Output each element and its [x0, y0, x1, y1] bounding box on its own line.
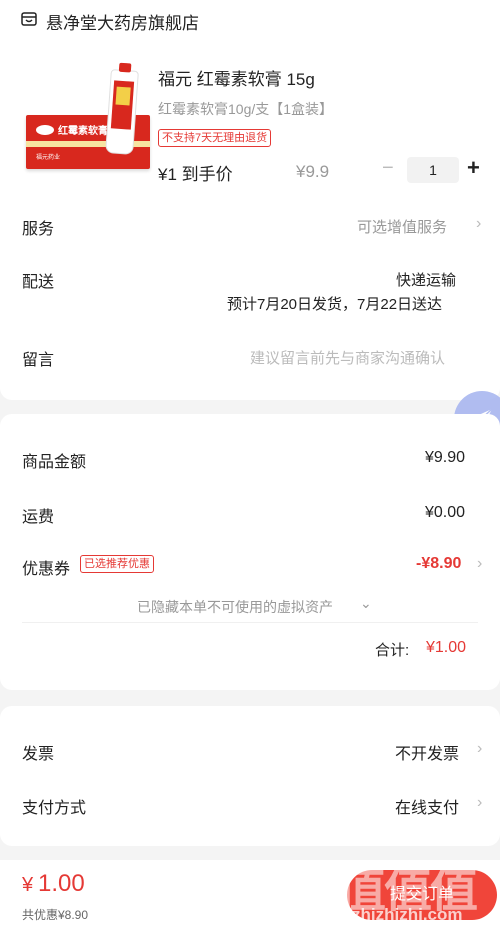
chevron-right-icon: › — [477, 740, 483, 757]
shipping-label: 运费 — [22, 509, 55, 526]
chevron-down-icon: ⌄ — [360, 595, 372, 611]
payment-value: 在线支付 — [395, 800, 460, 817]
box-foot: 福元药业 — [36, 155, 61, 161]
chevron-right-icon: › — [477, 555, 483, 572]
bottom-saved: 共优惠¥8.90 — [22, 908, 89, 922]
box-title: 红霉素软膏 — [58, 126, 108, 137]
quantity-minus-button[interactable]: − — [382, 157, 394, 180]
total-label: 合计: — [375, 642, 410, 659]
invoice-payment-card — [0, 706, 500, 846]
store-icon — [20, 10, 38, 33]
chevron-right-icon: › — [476, 215, 482, 232]
no-return-tag: 不支持7天无理由退货 — [158, 129, 272, 147]
coupon-recommended-tag: 已选推荐优惠 — [80, 555, 154, 573]
bottom-currency: ¥ — [22, 874, 34, 896]
delivery-method: 快递运输 — [396, 272, 457, 289]
order-item-card: 悬净堂大药房旗舰店 红霉素软膏 福元药业 福元 红霉素软膏 15g 红霉素软膏1… — [0, 0, 500, 400]
quantity-input[interactable]: 1 — [407, 157, 459, 183]
total-value: ¥1.00 — [426, 639, 467, 656]
goods-amount-label: 商品金额 — [22, 454, 87, 471]
invoice-value: 不开发票 — [395, 746, 460, 763]
invoice-label: 发票 — [22, 746, 55, 763]
store-name[interactable]: 悬净堂大药房旗舰店 — [46, 9, 199, 34]
product-spec[interactable]: 红霉素软膏10g/支【1盒装】 — [158, 99, 333, 119]
bottom-total: 1.00 — [38, 870, 85, 897]
service-label: 服务 — [22, 221, 55, 238]
original-price: ¥9.9 — [296, 162, 330, 181]
goods-amount-value: ¥9.90 — [425, 449, 466, 466]
coupon-value: -¥8.90 — [416, 555, 462, 572]
delivery-estimate: 预计7月20日发货，7月22日送达 — [227, 296, 443, 313]
watermark-url: zhizhizhi.com — [352, 905, 463, 924]
divider — [22, 622, 478, 623]
payment-label: 支付方式 — [22, 800, 87, 817]
hidden-assets-note: 已隐藏本单不可使用的虚拟资产 — [137, 599, 333, 615]
quantity-plus-button[interactable]: + — [467, 155, 480, 181]
shipping-value: ¥0.00 — [425, 504, 466, 521]
chevron-right-icon: › — [477, 794, 483, 811]
product-name[interactable]: 福元 红霉素软膏 15g — [158, 65, 315, 90]
coupon-label: 优惠券 — [22, 561, 71, 578]
final-price: ¥1 到手价 — [158, 165, 233, 184]
note-input[interactable]: 建议留言前先与商家沟通确认 — [250, 347, 445, 368]
service-value: 可选增值服务 — [357, 219, 448, 236]
note-label: 留言 — [22, 352, 55, 369]
delivery-label: 配送 — [22, 274, 55, 291]
